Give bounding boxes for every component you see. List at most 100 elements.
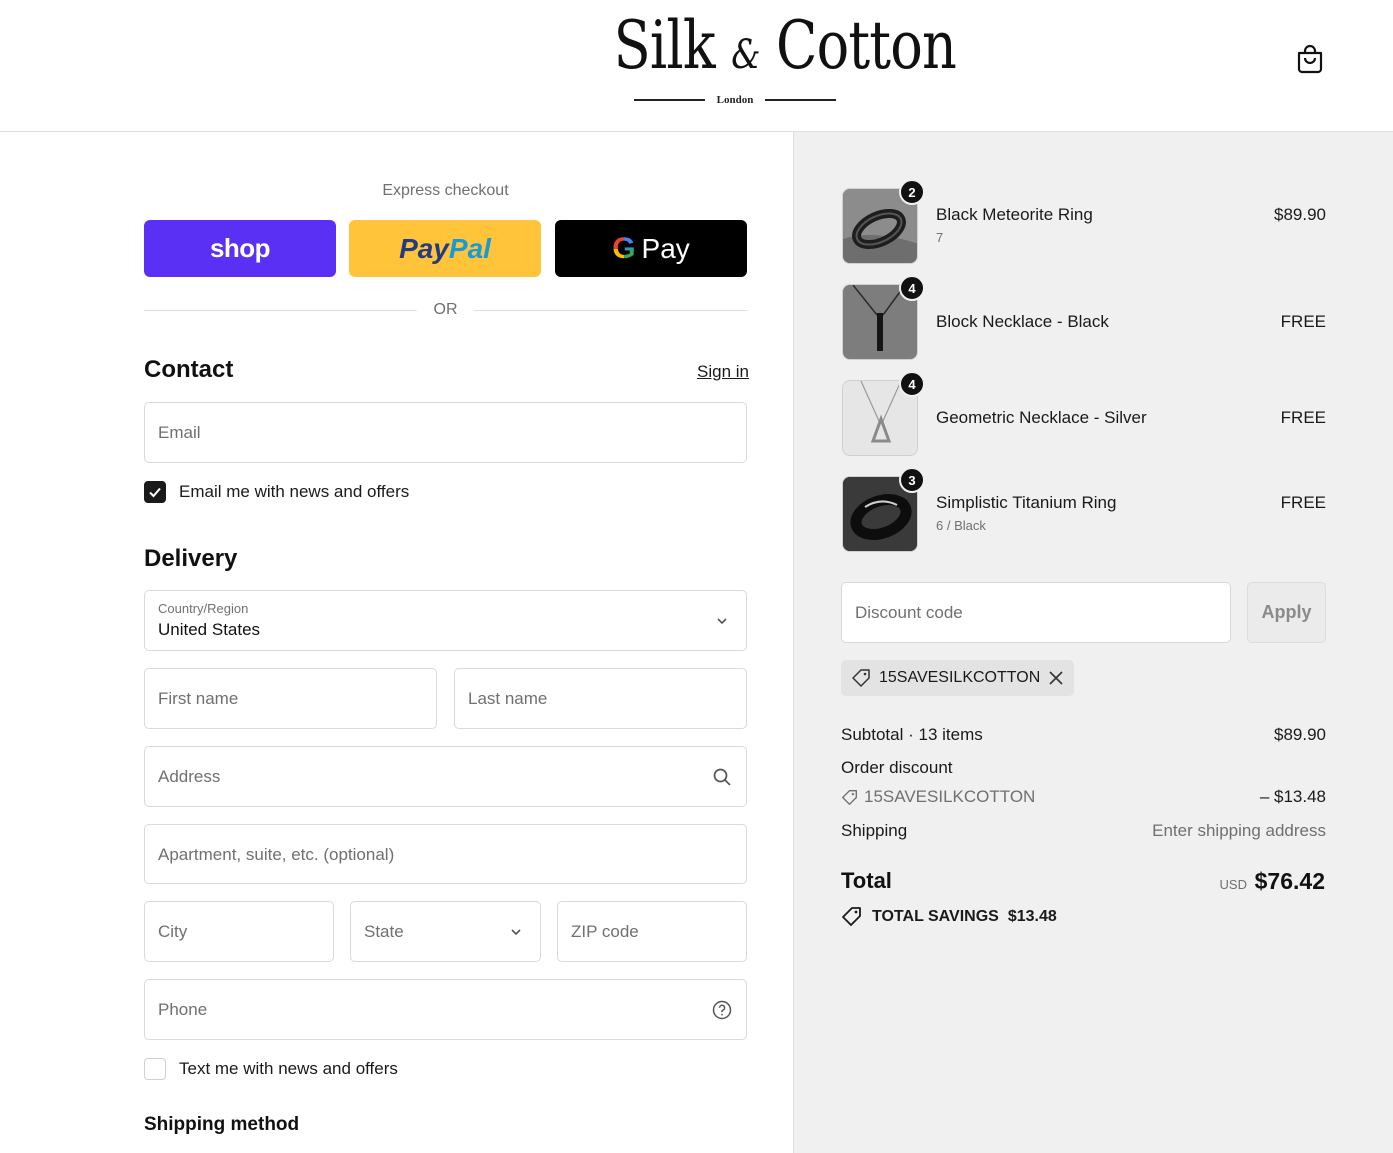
shipping-label: Shipping	[841, 821, 908, 840]
discount-code-info: 15SAVESILKCOTTON	[841, 787, 1035, 807]
total-savings: TOTAL SAVINGS $13.48	[841, 906, 1057, 928]
total-value: $76.42	[1254, 868, 1325, 894]
order-discount-row: Order discount	[841, 758, 1326, 778]
phone-placeholder: Phone	[158, 1000, 208, 1019]
state-select[interactable]: State	[350, 901, 541, 962]
shop-pay-button[interactable]: shop	[144, 220, 336, 277]
savings-value: $13.48	[1007, 908, 1057, 925]
country-value: United States	[158, 620, 261, 639]
order-summary: 2 Black Meteorite Ring 7 $89.90 4 Block …	[793, 132, 1393, 1153]
sign-in-link[interactable]: Sign in	[697, 362, 749, 382]
email-field[interactable]: Email	[144, 402, 747, 463]
site-header: Silk & Cotton London	[0, 0, 1393, 132]
tag-icon	[842, 789, 857, 805]
or-divider: OR	[144, 300, 747, 320]
quantity-badge: 2	[899, 179, 925, 205]
text-news-option: Text me with news and offers	[144, 1058, 398, 1080]
first-name-placeholder: First name	[158, 689, 239, 708]
address-field[interactable]: Address	[144, 746, 747, 807]
item-price: $89.90	[1274, 205, 1326, 224]
item-price: FREE	[1280, 493, 1326, 512]
logo-wordmark: Silk & Cotton	[613, 7, 957, 93]
item-price: FREE	[1280, 312, 1326, 331]
total-currency: USD	[1219, 877, 1247, 892]
cart-item: 3 Simplistic Titanium Ring 6 / Black FRE…	[842, 467, 1326, 552]
shipping-method-title: Shipping method	[144, 1114, 300, 1135]
help-icon[interactable]	[712, 1000, 732, 1020]
logo-word-silk: Silk	[613, 7, 716, 84]
shipping-row: Shipping Enter shipping address	[841, 821, 1326, 841]
applied-discount-chip: 15SAVESILKCOTTON	[841, 660, 1075, 696]
logo-location: London	[716, 94, 754, 106]
item-name: Black Meteorite Ring	[936, 205, 1093, 224]
subtotal-label: Subtotal · 13 items	[841, 725, 983, 744]
logo-subline: London	[634, 92, 836, 108]
item-variant: 7	[936, 230, 944, 245]
paypal-logo-pal: Pal	[448, 232, 491, 264]
apply-discount-button[interactable]: Apply	[1247, 582, 1326, 643]
zip-placeholder: ZIP code	[571, 922, 639, 941]
discount-value: – $13.48	[1259, 787, 1326, 806]
last-name-placeholder: Last name	[468, 689, 548, 708]
zip-field[interactable]: ZIP code	[557, 901, 747, 962]
item-price: FREE	[1280, 408, 1326, 427]
chevron-down-icon	[717, 618, 727, 625]
address-placeholder: Address	[158, 767, 221, 786]
text-news-label: Text me with news and offers	[179, 1059, 398, 1078]
delivery-title: Delivery	[144, 545, 238, 572]
close-icon[interactable]	[1048, 670, 1064, 686]
checkmark-icon	[149, 487, 161, 498]
text-news-checkbox[interactable]	[144, 1058, 166, 1080]
shopping-bag-icon[interactable]	[1296, 44, 1324, 74]
item-name: Geometric Necklace - Silver	[936, 408, 1147, 427]
cart-item: 4 Geometric Necklace - Silver FREE	[842, 371, 1326, 456]
email-news-option: Email me with news and offers	[144, 481, 409, 503]
discount-code-field[interactable]: Discount code	[841, 582, 1231, 643]
chevron-down-icon	[511, 929, 521, 936]
google-pay-button[interactable]: G Pay	[555, 220, 747, 277]
logo-rule-right	[764, 99, 836, 101]
logo-word-cotton: Cotton	[776, 7, 957, 84]
phone-field[interactable]: Phone	[144, 979, 747, 1040]
country-label: Country/Region	[158, 601, 249, 616]
paypal-button[interactable]: Pay Pal	[349, 220, 541, 277]
tag-icon	[852, 669, 870, 687]
google-g-icon: G	[612, 231, 636, 265]
first-name-field[interactable]: First name	[144, 668, 437, 729]
quantity-badge: 4	[899, 371, 925, 397]
city-field[interactable]: City	[144, 901, 334, 962]
cart-item: 4 Block Necklace - Black FREE	[842, 275, 1326, 360]
shipping-value: Enter shipping address	[1152, 821, 1326, 840]
applied-code-label: 15SAVESILKCOTTON	[879, 669, 1041, 686]
paypal-logo-pay: Pay	[399, 232, 449, 264]
cart-item: 2 Black Meteorite Ring 7 $89.90	[842, 179, 1326, 264]
brand-logo[interactable]: Silk & Cotton London	[587, 7, 957, 107]
email-news-checkbox[interactable]	[144, 481, 166, 503]
shop-pay-logo: shop	[209, 233, 271, 263]
checkout-form: Express checkout shop Pay Pal G Pay OR Co…	[0, 132, 793, 1153]
email-placeholder: Email	[158, 423, 201, 442]
email-news-label: Email me with news and offers	[179, 482, 410, 501]
item-name: Simplistic Titanium Ring	[936, 493, 1117, 512]
apartment-field[interactable]: Apartment, suite, etc. (optional)	[144, 824, 747, 884]
subtotal-value: $89.90	[1274, 725, 1326, 744]
state-placeholder: State	[364, 922, 404, 941]
last-name-field[interactable]: Last name	[454, 668, 747, 729]
savings-label: TOTAL SAVINGS	[872, 908, 999, 925]
contact-title: Contact	[144, 356, 234, 383]
apartment-placeholder: Apartment, suite, etc. (optional)	[158, 845, 395, 864]
item-variant: 6 / Black	[936, 518, 986, 533]
quantity-badge: 4	[899, 275, 925, 301]
quantity-badge: 3	[899, 467, 925, 493]
logo-rule-left	[634, 99, 705, 101]
savings-tag-icon	[842, 907, 861, 926]
city-placeholder: City	[158, 922, 188, 941]
discount-code-row: 15SAVESILKCOTTON – $13.48	[841, 787, 1326, 811]
subtotal-row: Subtotal · 13 items $89.90	[841, 725, 1326, 745]
express-checkout-title: Express checkout	[382, 182, 509, 199]
country-select[interactable]: Country/Region United States	[144, 590, 747, 651]
discount-placeholder: Discount code	[855, 603, 963, 622]
discount-code-label: 15SAVESILKCOTTON	[864, 787, 1036, 806]
total-label: Total	[841, 868, 892, 893]
search-icon[interactable]	[712, 767, 732, 787]
